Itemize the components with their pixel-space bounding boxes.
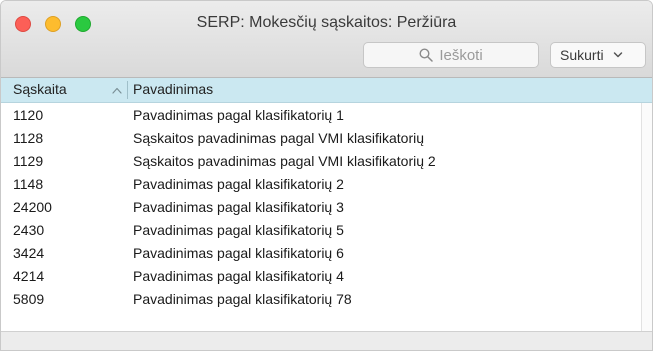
table-body: 1120 Pavadinimas pagal klasifikatorių 1 … bbox=[1, 104, 641, 311]
create-label: Sukurti bbox=[560, 47, 604, 63]
name-cell: Pavadinimas pagal klasifikatorių 5 bbox=[133, 222, 344, 238]
window-title: SERP: Mokesčių sąskaitos: Peržiūra bbox=[196, 14, 457, 31]
column-header-account[interactable]: Sąskaita bbox=[13, 81, 67, 97]
title-bar: SERP: Mokesčių sąskaitos: Peržiūra Ieško… bbox=[1, 1, 652, 78]
table-row[interactable]: 2430 Pavadinimas pagal klasifikatorių 5 bbox=[1, 219, 641, 242]
table-header: Sąskaita Pavadinimas bbox=[1, 78, 652, 103]
account-cell: 4214 bbox=[13, 268, 45, 284]
account-cell: 1129 bbox=[13, 153, 44, 169]
search-placeholder: Ieškoti bbox=[439, 46, 483, 64]
search-icon bbox=[419, 48, 434, 62]
account-cell: 3424 bbox=[13, 245, 45, 261]
name-cell: Sąskaitos pavadinimas pagal VMI klasifik… bbox=[133, 153, 436, 169]
table-row[interactable]: 1129 Sąskaitos pavadinimas pagal VMI kla… bbox=[1, 150, 641, 173]
chevron-down-icon bbox=[613, 52, 622, 58]
table-row[interactable]: 3424 Pavadinimas pagal klasifikatorių 6 bbox=[1, 242, 641, 265]
name-cell: Pavadinimas pagal klasifikatorių 4 bbox=[133, 268, 344, 284]
app-window: SERP: Mokesčių sąskaitos: Peržiūra Ieško… bbox=[0, 0, 653, 351]
table-row[interactable]: 1120 Pavadinimas pagal klasifikatorių 1 bbox=[1, 104, 641, 127]
name-cell: Pavadinimas pagal klasifikatorių 1 bbox=[133, 107, 344, 123]
bottom-bar bbox=[1, 331, 652, 350]
account-cell: 5809 bbox=[13, 291, 45, 307]
name-cell: Pavadinimas pagal klasifikatorių 3 bbox=[133, 199, 344, 215]
table-row[interactable]: 5809 Pavadinimas pagal klasifikatorių 78 bbox=[1, 288, 641, 311]
name-cell: Pavadinimas pagal klasifikatorių 78 bbox=[133, 291, 352, 307]
column-header-name[interactable]: Pavadinimas bbox=[133, 81, 213, 97]
table-row[interactable]: 4214 Pavadinimas pagal klasifikatorių 4 bbox=[1, 265, 641, 288]
account-cell: 1148 bbox=[13, 176, 44, 192]
table-row[interactable]: 1148 Pavadinimas pagal klasifikatorių 2 bbox=[1, 173, 641, 196]
column-divider[interactable] bbox=[127, 81, 128, 99]
account-cell: 1128 bbox=[13, 130, 44, 146]
name-cell: Sąskaitos pavadinimas pagal VMI klasifik… bbox=[133, 130, 425, 146]
create-dropdown-button[interactable]: Sukurti bbox=[550, 42, 646, 68]
vertical-scrollbar[interactable] bbox=[641, 103, 652, 331]
name-cell: Pavadinimas pagal klasifikatorių 6 bbox=[133, 245, 344, 261]
account-cell: 2430 bbox=[13, 222, 45, 238]
account-cell: 1120 bbox=[13, 107, 44, 123]
table-row[interactable]: 24200 Pavadinimas pagal klasifikatorių 3 bbox=[1, 196, 641, 219]
sort-ascending-icon[interactable] bbox=[112, 87, 122, 94]
search-field[interactable]: Ieškoti bbox=[363, 42, 539, 68]
name-cell: Pavadinimas pagal klasifikatorių 2 bbox=[133, 176, 344, 192]
table-row[interactable]: 1128 Sąskaitos pavadinimas pagal VMI kla… bbox=[1, 127, 641, 150]
account-cell: 24200 bbox=[13, 199, 52, 215]
